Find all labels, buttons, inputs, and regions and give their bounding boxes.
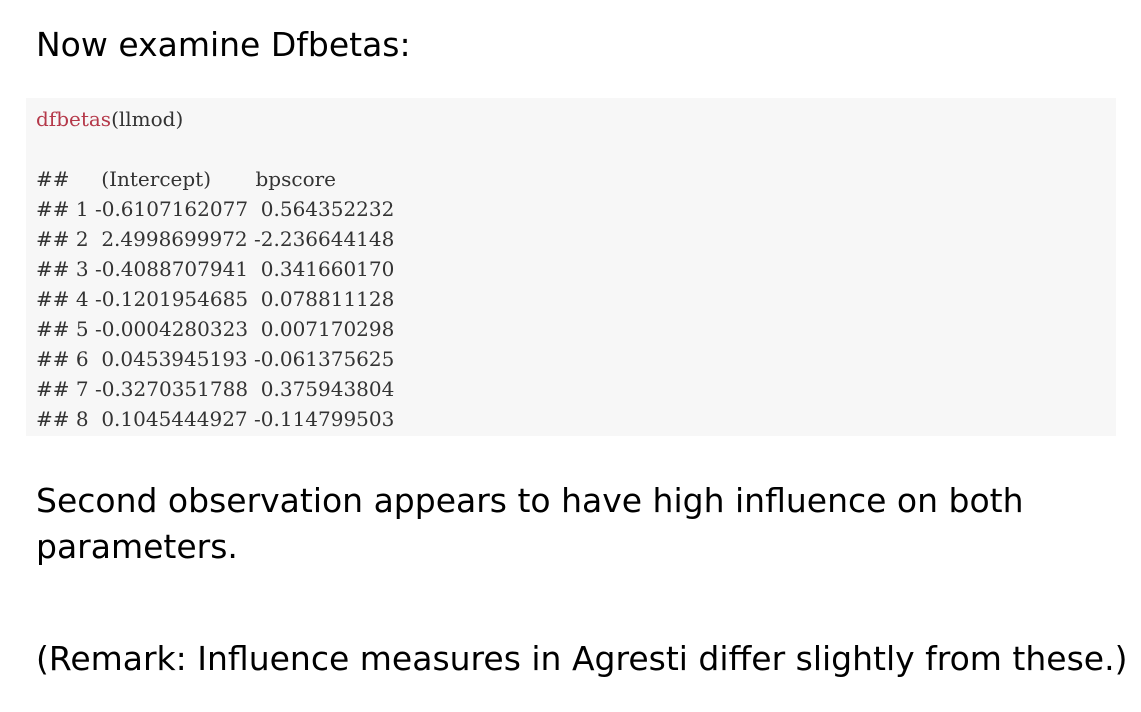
section-heading: Now examine Dfbetas:	[36, 25, 411, 64]
observation-paragraph: Second observation appears to have high …	[36, 481, 1024, 566]
output-row-1: ## 1 -0.6107162077 0.564352232	[36, 197, 395, 221]
output-row-4: ## 4 -0.1201954685 0.078811128	[36, 287, 395, 311]
output-row-6: ## 6 0.0453945193 -0.061375625	[36, 347, 395, 371]
output-row-2: ## 2 2.4998699972 -2.236644148	[36, 227, 395, 251]
function-args: (llmod)	[111, 107, 184, 131]
output-row-8: ## 8 0.1045444927 -0.114799503	[36, 407, 395, 431]
code-block: dfbetas(llmod) ## (Intercept) bpscore ##…	[26, 98, 1116, 436]
output-row-3: ## 3 -0.4088707941 0.341660170	[36, 257, 395, 281]
output-row-7: ## 7 -0.3270351788 0.375943804	[36, 377, 395, 401]
function-name: dfbetas	[36, 107, 112, 131]
remark-paragraph: (Remark: Influence measures in Agresti d…	[36, 639, 1128, 678]
output-row-5: ## 5 -0.0004280323 0.007170298	[36, 317, 395, 341]
code-call: dfbetas(llmod)	[36, 104, 183, 134]
output-header-line: ## (Intercept) bpscore	[36, 167, 337, 191]
